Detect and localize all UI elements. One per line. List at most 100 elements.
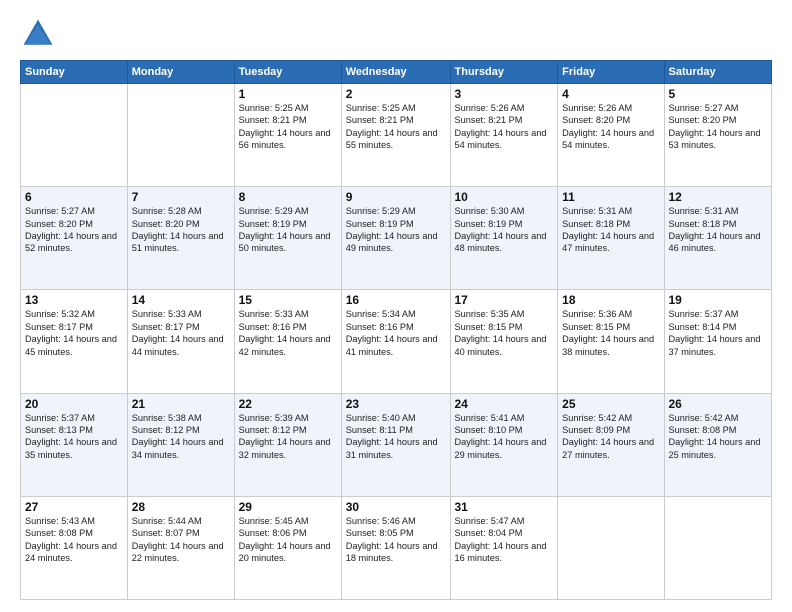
- day-detail: Sunrise: 5:29 AM Sunset: 8:19 PM Dayligh…: [346, 205, 446, 255]
- day-number: 25: [562, 397, 659, 411]
- day-number: 15: [239, 293, 337, 307]
- day-number: 3: [455, 87, 554, 101]
- day-detail: Sunrise: 5:30 AM Sunset: 8:19 PM Dayligh…: [455, 205, 554, 255]
- day-number: 24: [455, 397, 554, 411]
- day-number: 11: [562, 190, 659, 204]
- day-number: 7: [132, 190, 230, 204]
- day-number: 18: [562, 293, 659, 307]
- day-detail: Sunrise: 5:25 AM Sunset: 8:21 PM Dayligh…: [239, 102, 337, 152]
- day-number: 9: [346, 190, 446, 204]
- calendar-header-row: SundayMondayTuesdayWednesdayThursdayFrid…: [21, 61, 772, 84]
- day-number: 13: [25, 293, 123, 307]
- day-number: 8: [239, 190, 337, 204]
- day-detail: Sunrise: 5:42 AM Sunset: 8:08 PM Dayligh…: [669, 412, 768, 462]
- day-header-sunday: Sunday: [21, 61, 128, 84]
- page: SundayMondayTuesdayWednesdayThursdayFrid…: [0, 0, 792, 612]
- day-header-monday: Monday: [127, 61, 234, 84]
- day-detail: Sunrise: 5:37 AM Sunset: 8:13 PM Dayligh…: [25, 412, 123, 462]
- week-row-3: 13Sunrise: 5:32 AM Sunset: 8:17 PM Dayli…: [21, 290, 772, 393]
- calendar-table: SundayMondayTuesdayWednesdayThursdayFrid…: [20, 60, 772, 600]
- day-number: 23: [346, 397, 446, 411]
- calendar-cell: 24Sunrise: 5:41 AM Sunset: 8:10 PM Dayli…: [450, 393, 558, 496]
- day-number: 20: [25, 397, 123, 411]
- calendar-cell: [664, 496, 772, 599]
- day-number: 5: [669, 87, 768, 101]
- day-detail: Sunrise: 5:37 AM Sunset: 8:14 PM Dayligh…: [669, 308, 768, 358]
- day-number: 4: [562, 87, 659, 101]
- day-number: 1: [239, 87, 337, 101]
- day-header-tuesday: Tuesday: [234, 61, 341, 84]
- day-header-saturday: Saturday: [664, 61, 772, 84]
- day-detail: Sunrise: 5:33 AM Sunset: 8:16 PM Dayligh…: [239, 308, 337, 358]
- day-detail: Sunrise: 5:31 AM Sunset: 8:18 PM Dayligh…: [669, 205, 768, 255]
- calendar-cell: 6Sunrise: 5:27 AM Sunset: 8:20 PM Daylig…: [21, 187, 128, 290]
- calendar-cell: 27Sunrise: 5:43 AM Sunset: 8:08 PM Dayli…: [21, 496, 128, 599]
- logo: [20, 16, 60, 52]
- calendar-cell: 12Sunrise: 5:31 AM Sunset: 8:18 PM Dayli…: [664, 187, 772, 290]
- calendar-cell: 1Sunrise: 5:25 AM Sunset: 8:21 PM Daylig…: [234, 84, 341, 187]
- day-detail: Sunrise: 5:29 AM Sunset: 8:19 PM Dayligh…: [239, 205, 337, 255]
- day-detail: Sunrise: 5:47 AM Sunset: 8:04 PM Dayligh…: [455, 515, 554, 565]
- day-detail: Sunrise: 5:26 AM Sunset: 8:20 PM Dayligh…: [562, 102, 659, 152]
- calendar-cell: 30Sunrise: 5:46 AM Sunset: 8:05 PM Dayli…: [341, 496, 450, 599]
- day-detail: Sunrise: 5:41 AM Sunset: 8:10 PM Dayligh…: [455, 412, 554, 462]
- day-detail: Sunrise: 5:35 AM Sunset: 8:15 PM Dayligh…: [455, 308, 554, 358]
- calendar-cell: [127, 84, 234, 187]
- day-detail: Sunrise: 5:32 AM Sunset: 8:17 PM Dayligh…: [25, 308, 123, 358]
- calendar-cell: 17Sunrise: 5:35 AM Sunset: 8:15 PM Dayli…: [450, 290, 558, 393]
- day-detail: Sunrise: 5:45 AM Sunset: 8:06 PM Dayligh…: [239, 515, 337, 565]
- day-detail: Sunrise: 5:43 AM Sunset: 8:08 PM Dayligh…: [25, 515, 123, 565]
- calendar-cell: 7Sunrise: 5:28 AM Sunset: 8:20 PM Daylig…: [127, 187, 234, 290]
- day-number: 28: [132, 500, 230, 514]
- day-detail: Sunrise: 5:36 AM Sunset: 8:15 PM Dayligh…: [562, 308, 659, 358]
- day-header-thursday: Thursday: [450, 61, 558, 84]
- calendar-cell: 20Sunrise: 5:37 AM Sunset: 8:13 PM Dayli…: [21, 393, 128, 496]
- day-detail: Sunrise: 5:33 AM Sunset: 8:17 PM Dayligh…: [132, 308, 230, 358]
- week-row-1: 1Sunrise: 5:25 AM Sunset: 8:21 PM Daylig…: [21, 84, 772, 187]
- calendar-cell: 26Sunrise: 5:42 AM Sunset: 8:08 PM Dayli…: [664, 393, 772, 496]
- week-row-2: 6Sunrise: 5:27 AM Sunset: 8:20 PM Daylig…: [21, 187, 772, 290]
- calendar-cell: 5Sunrise: 5:27 AM Sunset: 8:20 PM Daylig…: [664, 84, 772, 187]
- calendar-cell: 21Sunrise: 5:38 AM Sunset: 8:12 PM Dayli…: [127, 393, 234, 496]
- day-detail: Sunrise: 5:39 AM Sunset: 8:12 PM Dayligh…: [239, 412, 337, 462]
- day-number: 6: [25, 190, 123, 204]
- day-number: 2: [346, 87, 446, 101]
- calendar-cell: 13Sunrise: 5:32 AM Sunset: 8:17 PM Dayli…: [21, 290, 128, 393]
- day-number: 17: [455, 293, 554, 307]
- day-detail: Sunrise: 5:25 AM Sunset: 8:21 PM Dayligh…: [346, 102, 446, 152]
- calendar-cell: 23Sunrise: 5:40 AM Sunset: 8:11 PM Dayli…: [341, 393, 450, 496]
- calendar-cell: 25Sunrise: 5:42 AM Sunset: 8:09 PM Dayli…: [558, 393, 664, 496]
- day-detail: Sunrise: 5:44 AM Sunset: 8:07 PM Dayligh…: [132, 515, 230, 565]
- calendar-cell: 3Sunrise: 5:26 AM Sunset: 8:21 PM Daylig…: [450, 84, 558, 187]
- day-detail: Sunrise: 5:27 AM Sunset: 8:20 PM Dayligh…: [25, 205, 123, 255]
- day-detail: Sunrise: 5:46 AM Sunset: 8:05 PM Dayligh…: [346, 515, 446, 565]
- calendar-cell: 19Sunrise: 5:37 AM Sunset: 8:14 PM Dayli…: [664, 290, 772, 393]
- day-number: 29: [239, 500, 337, 514]
- calendar-cell: 22Sunrise: 5:39 AM Sunset: 8:12 PM Dayli…: [234, 393, 341, 496]
- logo-icon: [20, 16, 56, 52]
- day-number: 30: [346, 500, 446, 514]
- day-detail: Sunrise: 5:38 AM Sunset: 8:12 PM Dayligh…: [132, 412, 230, 462]
- calendar-cell: [558, 496, 664, 599]
- day-number: 12: [669, 190, 768, 204]
- header: [20, 16, 772, 52]
- day-number: 22: [239, 397, 337, 411]
- day-detail: Sunrise: 5:34 AM Sunset: 8:16 PM Dayligh…: [346, 308, 446, 358]
- day-detail: Sunrise: 5:27 AM Sunset: 8:20 PM Dayligh…: [669, 102, 768, 152]
- calendar-cell: 10Sunrise: 5:30 AM Sunset: 8:19 PM Dayli…: [450, 187, 558, 290]
- calendar-cell: [21, 84, 128, 187]
- day-number: 31: [455, 500, 554, 514]
- day-detail: Sunrise: 5:31 AM Sunset: 8:18 PM Dayligh…: [562, 205, 659, 255]
- day-header-friday: Friday: [558, 61, 664, 84]
- day-number: 16: [346, 293, 446, 307]
- calendar-cell: 31Sunrise: 5:47 AM Sunset: 8:04 PM Dayli…: [450, 496, 558, 599]
- calendar-cell: 14Sunrise: 5:33 AM Sunset: 8:17 PM Dayli…: [127, 290, 234, 393]
- day-number: 10: [455, 190, 554, 204]
- day-header-wednesday: Wednesday: [341, 61, 450, 84]
- calendar-cell: 2Sunrise: 5:25 AM Sunset: 8:21 PM Daylig…: [341, 84, 450, 187]
- calendar-cell: 4Sunrise: 5:26 AM Sunset: 8:20 PM Daylig…: [558, 84, 664, 187]
- day-number: 21: [132, 397, 230, 411]
- calendar-cell: 11Sunrise: 5:31 AM Sunset: 8:18 PM Dayli…: [558, 187, 664, 290]
- day-number: 19: [669, 293, 768, 307]
- calendar-cell: 29Sunrise: 5:45 AM Sunset: 8:06 PM Dayli…: [234, 496, 341, 599]
